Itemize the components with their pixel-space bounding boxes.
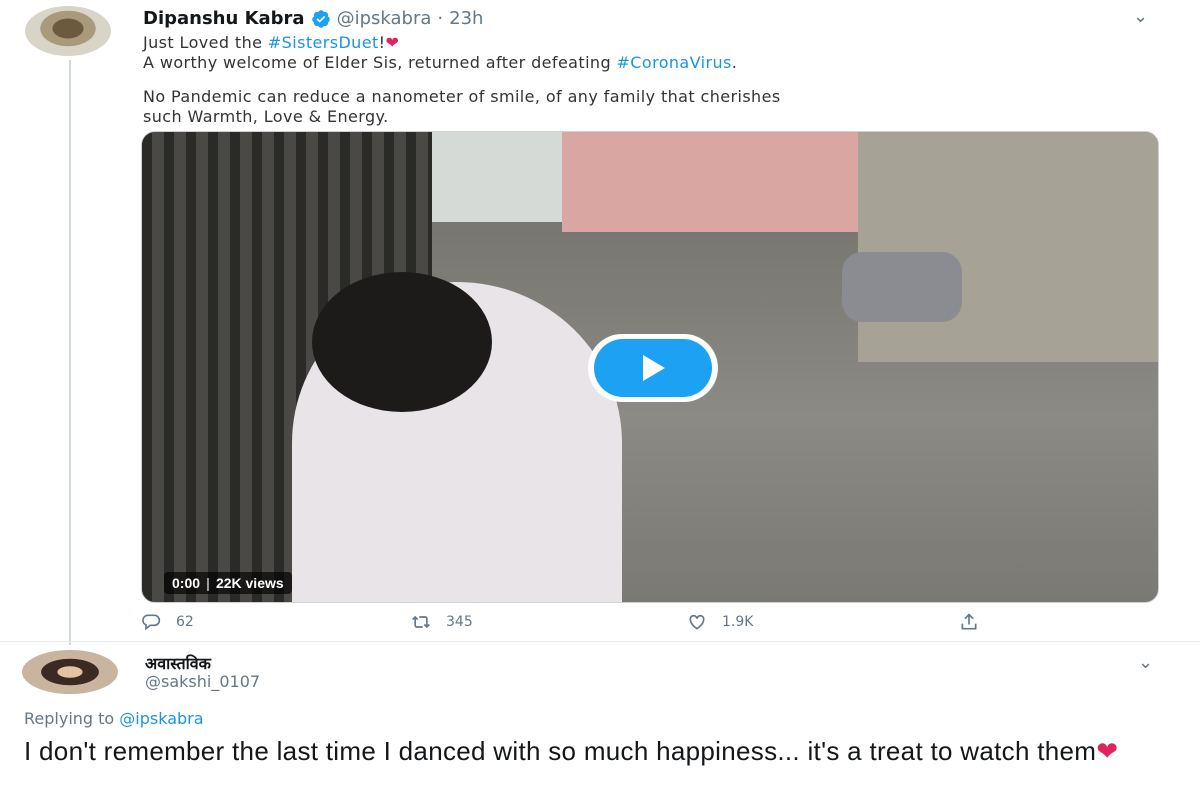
tweet-text-line-2: A worthy welcome of Elder Sis, returned …	[143, 53, 737, 72]
video-frame-wall	[858, 132, 1158, 362]
play-icon	[594, 339, 712, 397]
video-views: 22K views	[215, 575, 284, 591]
tweet-header: Dipanshu Kabra @ipskabra · 23h	[143, 8, 483, 29]
tweet-divider	[0, 641, 1200, 642]
play-button[interactable]	[588, 334, 718, 402]
tweet-timestamp[interactable]: 23h	[449, 8, 483, 29]
replying-to-label: Replying to	[24, 709, 115, 728]
tweet-actions: 62 345 1.9K	[0, 612, 1200, 636]
heart-outline-icon	[689, 614, 705, 630]
more-options-chevron-icon[interactable]: ⌄	[1133, 6, 1148, 27]
red-heart-icon: ❤	[385, 33, 400, 52]
reply-author-name[interactable]: अवास्तविक	[145, 652, 211, 674]
replying-to-handle-link[interactable]: @ipskabra	[119, 709, 203, 728]
author-avatar[interactable]	[25, 6, 111, 56]
text-segment: .	[731, 53, 738, 72]
verified-badge-icon	[311, 9, 330, 28]
video-stats-badge: 0:00 | 22K views	[164, 572, 292, 594]
tweet-text-line-1: Just Loved the #SistersDuet!❤	[143, 33, 399, 52]
video-time: 0:00	[172, 575, 201, 591]
share-icon	[961, 613, 977, 630]
reply-author-handle[interactable]: @sakshi_0107	[145, 672, 260, 691]
author-handle[interactable]: @ipskabra	[337, 8, 432, 29]
video-frame-hair	[312, 272, 492, 412]
tweet-main: Dipanshu Kabra @ipskabra · 23h ⌄ Just Lo…	[0, 0, 1200, 645]
separator-dot: ·	[437, 8, 444, 29]
hashtag-link[interactable]: #SistersDuet	[268, 33, 379, 52]
tweet-text-line-3: No Pandemic can reduce a nanometer of sm…	[143, 87, 781, 106]
retweet-button[interactable]: 345	[410, 612, 473, 632]
red-heart-icon: ❤	[1096, 736, 1119, 766]
like-count: 1.9K	[722, 614, 754, 630]
video-frame-building	[562, 132, 862, 232]
reply-text: I don't remember the last time I danced …	[24, 736, 1184, 767]
reply-button[interactable]: 62	[140, 612, 194, 632]
like-button[interactable]: 1.9K	[686, 612, 753, 632]
text-segment: Just Loved the	[143, 33, 268, 52]
hashtag-link[interactable]: #CoronaVirus	[617, 53, 732, 72]
share-button[interactable]	[958, 612, 980, 632]
reply-more-options-chevron-icon[interactable]: ⌄	[1138, 652, 1153, 673]
video-player[interactable]: 0:00 | 22K views	[141, 131, 1159, 603]
replying-to: Replying to @ipskabra	[24, 709, 204, 728]
author-name[interactable]: Dipanshu Kabra	[143, 8, 305, 29]
retweet-icon	[412, 615, 430, 629]
video-frame-scooter	[842, 252, 962, 322]
reply-icon	[142, 614, 161, 631]
reply-count: 62	[176, 614, 194, 630]
thread-connector-line	[69, 60, 71, 645]
tweet-text-line-4: such Warmth, Love & Energy.	[143, 107, 389, 126]
retweet-count: 345	[446, 614, 473, 630]
badge-separator: |	[206, 575, 210, 591]
text-segment: A worthy welcome of Elder Sis, returned …	[143, 53, 617, 72]
reply-author-avatar[interactable]	[22, 650, 118, 694]
reply-text-body: I don't remember the last time I danced …	[24, 736, 1097, 766]
video-frame-background	[422, 132, 562, 222]
